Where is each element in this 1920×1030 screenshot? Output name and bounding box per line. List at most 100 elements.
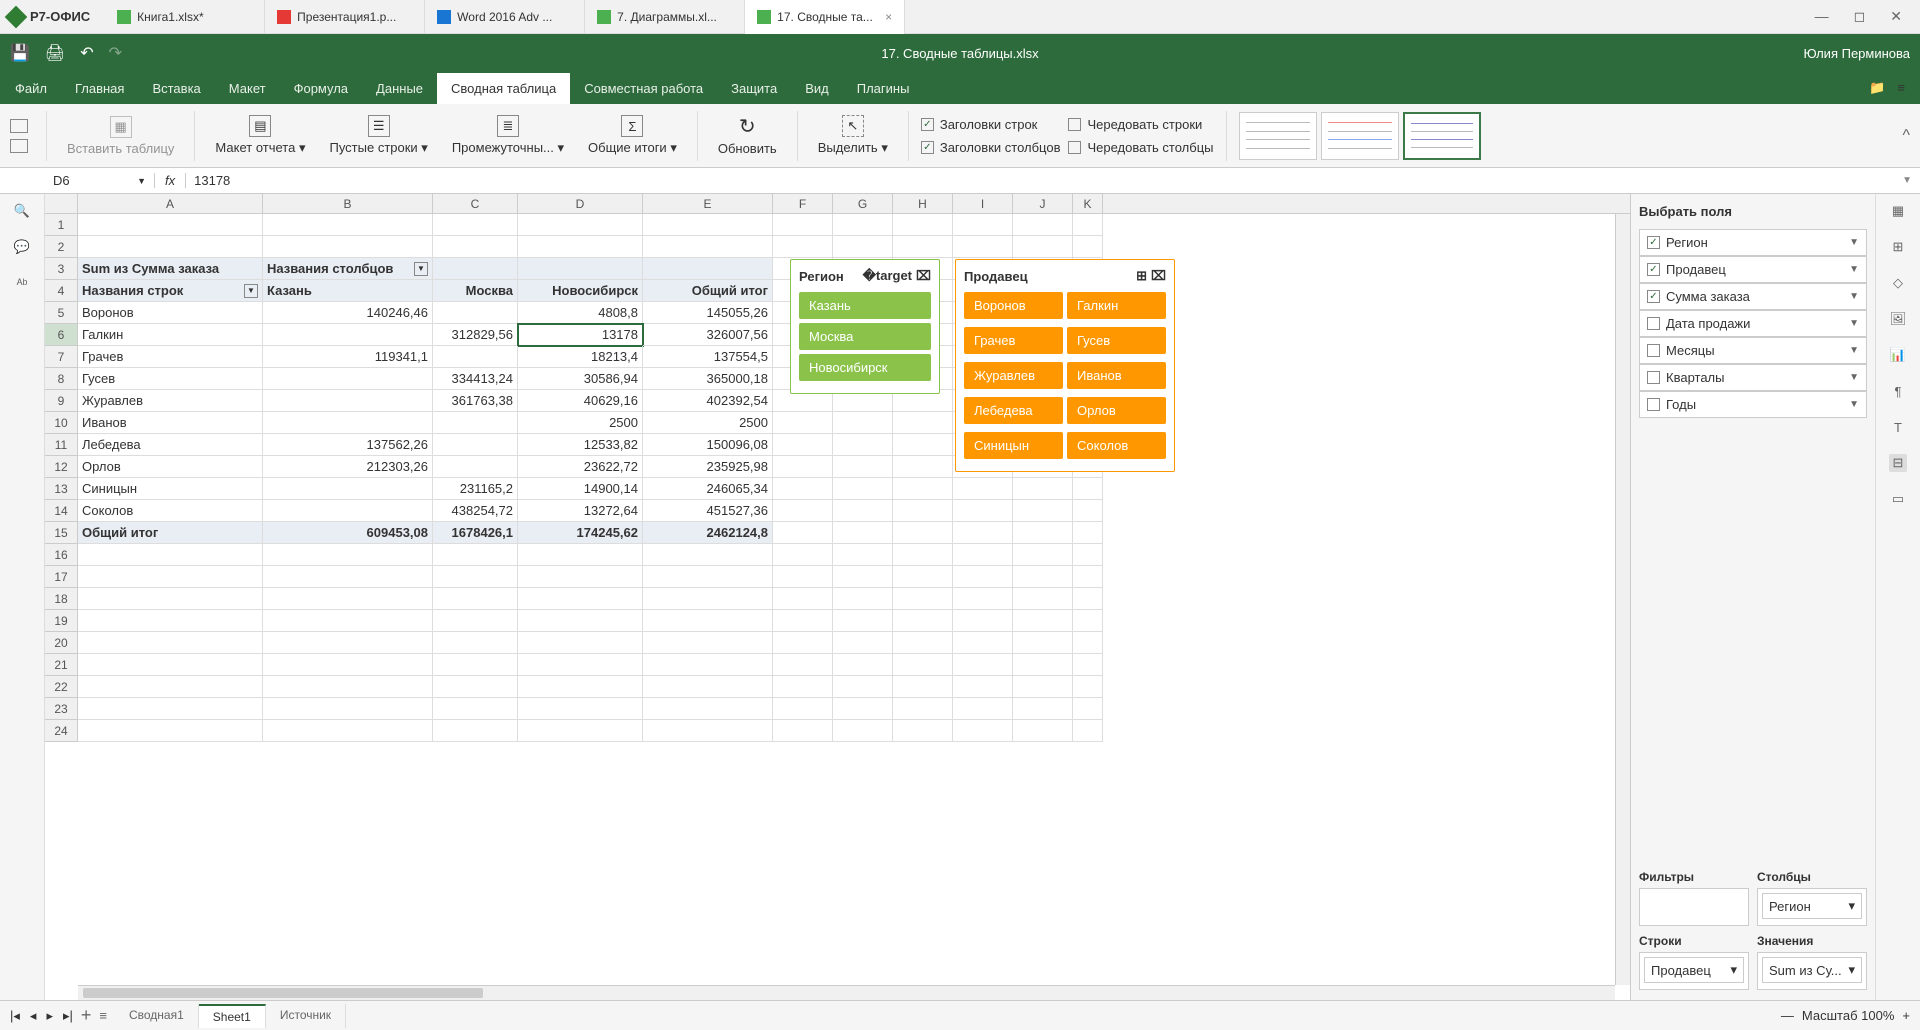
cell[interactable]: 2500 [643,412,773,434]
select-all-corner[interactable] [45,194,78,214]
next-sheet-icon[interactable]: ▸ [46,1008,53,1024]
menu-Сводная таблица[interactable]: Сводная таблица [437,73,570,104]
cell[interactable] [893,478,953,500]
document-tab[interactable]: 7. Диаграммы.xl... [585,0,745,34]
cell[interactable] [953,214,1013,236]
cell[interactable] [1013,676,1073,698]
cell[interactable] [1013,610,1073,632]
document-tab[interactable]: 17. Сводные та...× [745,0,905,34]
cell[interactable]: Названия строк▼ [78,280,263,302]
redo-icon[interactable]: ↷ [109,43,122,63]
cell[interactable]: 13272,64 [518,500,643,522]
cell[interactable] [78,236,263,258]
cell[interactable] [893,522,953,544]
column-header[interactable]: E [643,194,773,213]
sheet-tab[interactable]: Источник [266,1004,346,1028]
cell[interactable] [643,258,773,280]
cell[interactable] [1013,236,1073,258]
column-header[interactable]: C [433,194,518,213]
field-item[interactable]: Регион▼ [1639,229,1867,256]
refresh-button[interactable]: ↻ Обновить [710,112,785,160]
column-header[interactable]: H [893,194,953,213]
cell[interactable] [953,610,1013,632]
cell[interactable] [263,610,433,632]
slicer-item[interactable]: Гусев [1067,327,1166,354]
cell[interactable] [263,324,433,346]
cell[interactable] [433,720,518,742]
cell[interactable] [953,676,1013,698]
cell[interactable] [78,720,263,742]
cell[interactable] [643,720,773,742]
cell[interactable]: 30586,94 [518,368,643,390]
field-item[interactable]: Дата продажи▼ [1639,310,1867,337]
comments-icon[interactable]: 💬 [13,238,31,256]
cell[interactable] [893,720,953,742]
cell[interactable] [1013,544,1073,566]
multiselect-icon[interactable]: �target [863,268,912,284]
slicer-item[interactable]: Воронов [964,292,1063,319]
column-header[interactable]: D [518,194,643,213]
cell[interactable] [1073,522,1103,544]
columns-dropzone[interactable]: Регион▾ [1757,888,1867,926]
cell[interactable] [433,610,518,632]
menu-Данные[interactable]: Данные [376,81,423,96]
cell[interactable]: 451527,36 [643,500,773,522]
cell[interactable] [773,632,833,654]
cell[interactable] [518,720,643,742]
paragraph-icon[interactable]: ¶ [1889,382,1907,400]
cell[interactable] [833,434,893,456]
vertical-scrollbar[interactable] [1615,214,1630,985]
row-header[interactable]: 10 [45,412,78,434]
menu-Плагины[interactable]: Плагины [857,81,910,96]
field-checkbox[interactable] [1647,344,1660,357]
cell[interactable] [773,676,833,698]
cell[interactable] [833,610,893,632]
cell[interactable] [263,720,433,742]
cell[interactable] [893,588,953,610]
slicer-item[interactable]: Казань [799,292,931,319]
cell[interactable]: Соколов [78,500,263,522]
cell[interactable] [643,544,773,566]
cell[interactable] [953,588,1013,610]
cell[interactable] [893,676,953,698]
cell[interactable] [833,478,893,500]
chevron-down-icon[interactable]: ▼ [1849,372,1859,383]
cell[interactable] [263,632,433,654]
row-header[interactable]: 18 [45,588,78,610]
cell[interactable] [1073,236,1103,258]
values-dropzone[interactable]: Sum из Су...▾ [1757,952,1867,990]
sheet-tab[interactable]: Сводная1 [115,1004,199,1028]
menu-Вставка[interactable]: Вставка [152,81,200,96]
cell[interactable] [78,698,263,720]
cell[interactable]: Воронов [78,302,263,324]
cell[interactable] [643,632,773,654]
cell[interactable] [833,214,893,236]
field-item[interactable]: Годы▼ [1639,391,1867,418]
rows-dropzone[interactable]: Продавец▾ [1639,952,1749,990]
cell[interactable]: 312829,56 [433,324,518,346]
cell[interactable] [78,610,263,632]
chevron-down-icon[interactable]: ▼ [1849,345,1859,356]
row-header[interactable]: 13 [45,478,78,500]
cell[interactable] [1073,632,1103,654]
cell[interactable] [643,566,773,588]
field-checkbox[interactable] [1647,371,1660,384]
paste-icon[interactable] [10,139,28,153]
cell[interactable]: Иванов [78,412,263,434]
cell[interactable] [833,720,893,742]
cell[interactable]: 334413,24 [433,368,518,390]
row-header[interactable]: 9 [45,390,78,412]
cell[interactable] [1013,698,1073,720]
row-header[interactable]: 16 [45,544,78,566]
cell[interactable]: 246065,34 [643,478,773,500]
cell[interactable] [518,566,643,588]
insert-table-button[interactable]: ▦ Вставить таблицу [59,112,182,160]
cell[interactable] [953,500,1013,522]
cell[interactable] [263,390,433,412]
cell[interactable]: 402392,54 [643,390,773,412]
cell[interactable] [643,654,773,676]
cell[interactable] [893,566,953,588]
row-header[interactable]: 2 [45,236,78,258]
cell[interactable] [1013,500,1073,522]
cell[interactable]: 4808,8 [518,302,643,324]
